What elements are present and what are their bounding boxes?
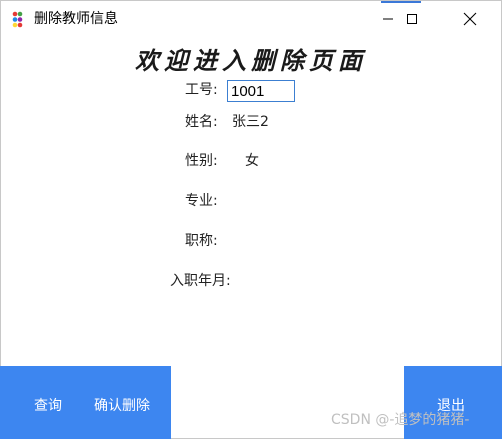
id-label: 工号: (185, 82, 218, 98)
confirm-delete-button[interactable]: 确认删除 (94, 395, 150, 415)
title-label: 职称: (185, 233, 218, 249)
maximize-button[interactable] (388, 1, 436, 37)
close-icon (463, 12, 477, 26)
page-heading: 欢迎进入删除页面 (135, 46, 367, 75)
close-button[interactable] (447, 1, 493, 37)
maximize-icon (407, 14, 417, 24)
major-label: 专业: (185, 193, 218, 209)
title-bar[interactable]: 删除教师信息 (1, 1, 501, 37)
name-label: 姓名: (185, 114, 218, 130)
watermark-text: CSDN @-追梦的猪猪- (331, 412, 470, 428)
gender-value: 女 (245, 153, 259, 169)
app-dots-icon (12, 11, 23, 28)
name-value: 张三2 (232, 114, 269, 130)
query-button[interactable]: 查询 (34, 395, 62, 415)
hire-date-label: 入职年月: (170, 273, 231, 289)
gender-label: 性别: (185, 153, 218, 169)
id-input[interactable] (227, 80, 295, 102)
left-button-panel: 查询 确认删除 (0, 366, 171, 439)
window-title: 删除教师信息 (34, 11, 118, 27)
